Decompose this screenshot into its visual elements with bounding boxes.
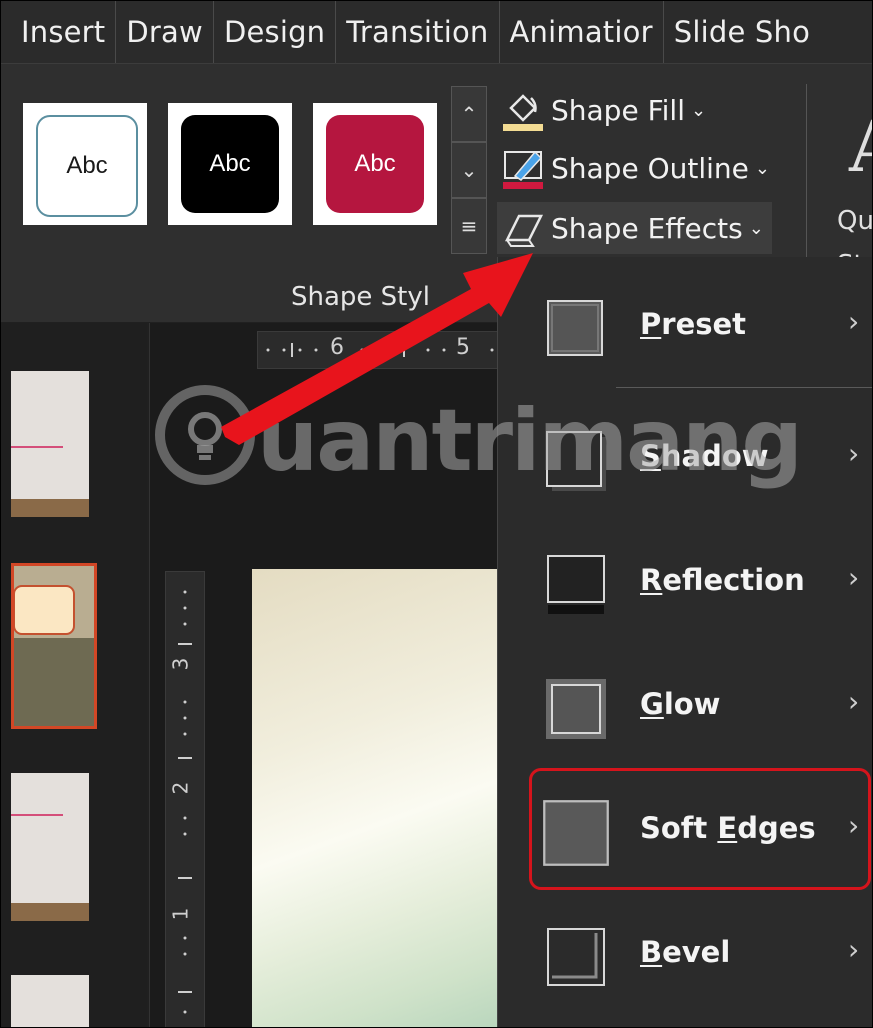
- paint-bucket-icon: [501, 88, 545, 132]
- shape-effects-icon: [501, 206, 545, 250]
- ribbon-tabs: Insert Draw Design Transition Animatior …: [1, 1, 872, 63]
- slide-thumbnails-pane[interactable]: [1, 323, 147, 1027]
- shape-styles-group-label: Shape Styl: [291, 282, 430, 312]
- tab-animations[interactable]: Animatior: [500, 1, 664, 63]
- powerpoint-window: Insert Draw Design Transition Animatior …: [0, 0, 873, 1028]
- ruler-tick-label: 6: [330, 335, 344, 360]
- chevron-right-icon: ›: [848, 437, 860, 470]
- ruler-tick-label: 5: [456, 335, 470, 360]
- shape-outline-button[interactable]: Shape Outline ⌄: [501, 142, 770, 194]
- shape-outline-label: Shape Outline: [551, 151, 749, 185]
- chevron-down-icon: ⌄: [690, 99, 707, 121]
- menu-item-label: Reflection: [640, 563, 805, 597]
- tab-insert[interactable]: Insert: [1, 1, 117, 63]
- slide-thumbnail-art: [14, 566, 94, 726]
- menu-item-bevel[interactable]: Bevel ›: [498, 897, 872, 1015]
- shape-style-thumbnail[interactable]: Abc: [313, 103, 437, 225]
- vertical-ruler: 3 2 1: [165, 571, 205, 1027]
- slide-thumbnail[interactable]: [11, 371, 89, 517]
- menu-item-reflection[interactable]: Reflection ›: [498, 525, 872, 643]
- quick-styles-label-line1: Qu: [837, 206, 873, 236]
- shape-style-thumbnail[interactable]: Abc: [23, 103, 147, 225]
- menu-item-shadow[interactable]: Shadow ›: [498, 401, 872, 519]
- menu-item-label: Glow: [640, 687, 721, 721]
- shape-style-label: Abc: [326, 115, 424, 213]
- tab-slide-show[interactable]: Slide Sho: [664, 1, 820, 63]
- ruler-tick-label: 1: [168, 907, 193, 921]
- chevron-right-icon: ›: [848, 561, 860, 594]
- shape-style-label: Abc: [181, 115, 279, 213]
- shape-style-thumbnail[interactable]: Abc: [168, 103, 292, 225]
- slide-thumbnail-art: [11, 814, 89, 921]
- shape-effects-button[interactable]: Shape Effects ⌄: [497, 202, 772, 254]
- tab-design[interactable]: Design: [214, 1, 337, 63]
- shape-effects-label: Shape Effects: [551, 211, 743, 245]
- gallery-scroll-up-button[interactable]: ⌃: [451, 86, 487, 142]
- ruler-tick-label: 3: [168, 657, 193, 671]
- active-slide-thumbnail[interactable]: [11, 563, 97, 729]
- slide-thumbnail[interactable]: [11, 773, 89, 921]
- horizontal-ruler: 6 5: [257, 331, 499, 369]
- menu-item-preset[interactable]: Preset ›: [498, 269, 872, 387]
- shape-style-label: Abc: [36, 115, 138, 217]
- chevron-up-icon: ⌃: [460, 102, 478, 126]
- ruler-ticks: [178, 590, 192, 1014]
- gallery-scroll-down-button[interactable]: ⌄: [451, 142, 487, 198]
- chevron-right-icon: ›: [848, 685, 860, 718]
- quick-styles-button[interactable]: A Qu Sty: [806, 84, 873, 284]
- menu-item-label: Shadow: [640, 439, 769, 473]
- tab-draw[interactable]: Draw: [116, 1, 214, 63]
- shape-fill-label: Shape Fill: [551, 93, 685, 127]
- soft-edges-highlight: [529, 768, 871, 890]
- bevel-icon: [547, 928, 605, 986]
- shape-fill-button[interactable]: Shape Fill ⌄: [501, 84, 706, 136]
- more-icon: ≡: [460, 214, 478, 238]
- reflection-icon: [547, 555, 605, 614]
- chevron-right-icon: ›: [848, 933, 860, 966]
- quick-styles-icon: A: [849, 106, 872, 188]
- menu-item-label: Preset: [640, 307, 747, 341]
- menu-item-glow[interactable]: Glow ›: [498, 649, 872, 767]
- chevron-right-icon: ›: [848, 305, 860, 338]
- slide-thumbnail[interactable]: [11, 975, 89, 1027]
- glow-icon: [546, 679, 606, 739]
- menu-separator: [616, 387, 872, 388]
- menu-item-label: Bevel: [640, 935, 731, 969]
- slide-thumbnail-art: [11, 446, 89, 517]
- tab-transitions[interactable]: Transition: [336, 1, 500, 63]
- shadow-icon: [546, 431, 606, 491]
- gallery-more-button[interactable]: ≡: [451, 198, 487, 254]
- slide-preview[interactable]: [252, 569, 497, 1027]
- chevron-down-icon: ⌄: [748, 217, 764, 239]
- ruler-tick-label: 2: [168, 781, 193, 795]
- preset-icon: [547, 300, 603, 356]
- chevron-down-icon: ⌄: [754, 157, 770, 179]
- pen-icon: [501, 146, 545, 190]
- shape-effects-menu: Preset › Shadow › Reflection › Glow › So…: [497, 257, 872, 1027]
- chevron-down-icon: ⌄: [460, 158, 478, 182]
